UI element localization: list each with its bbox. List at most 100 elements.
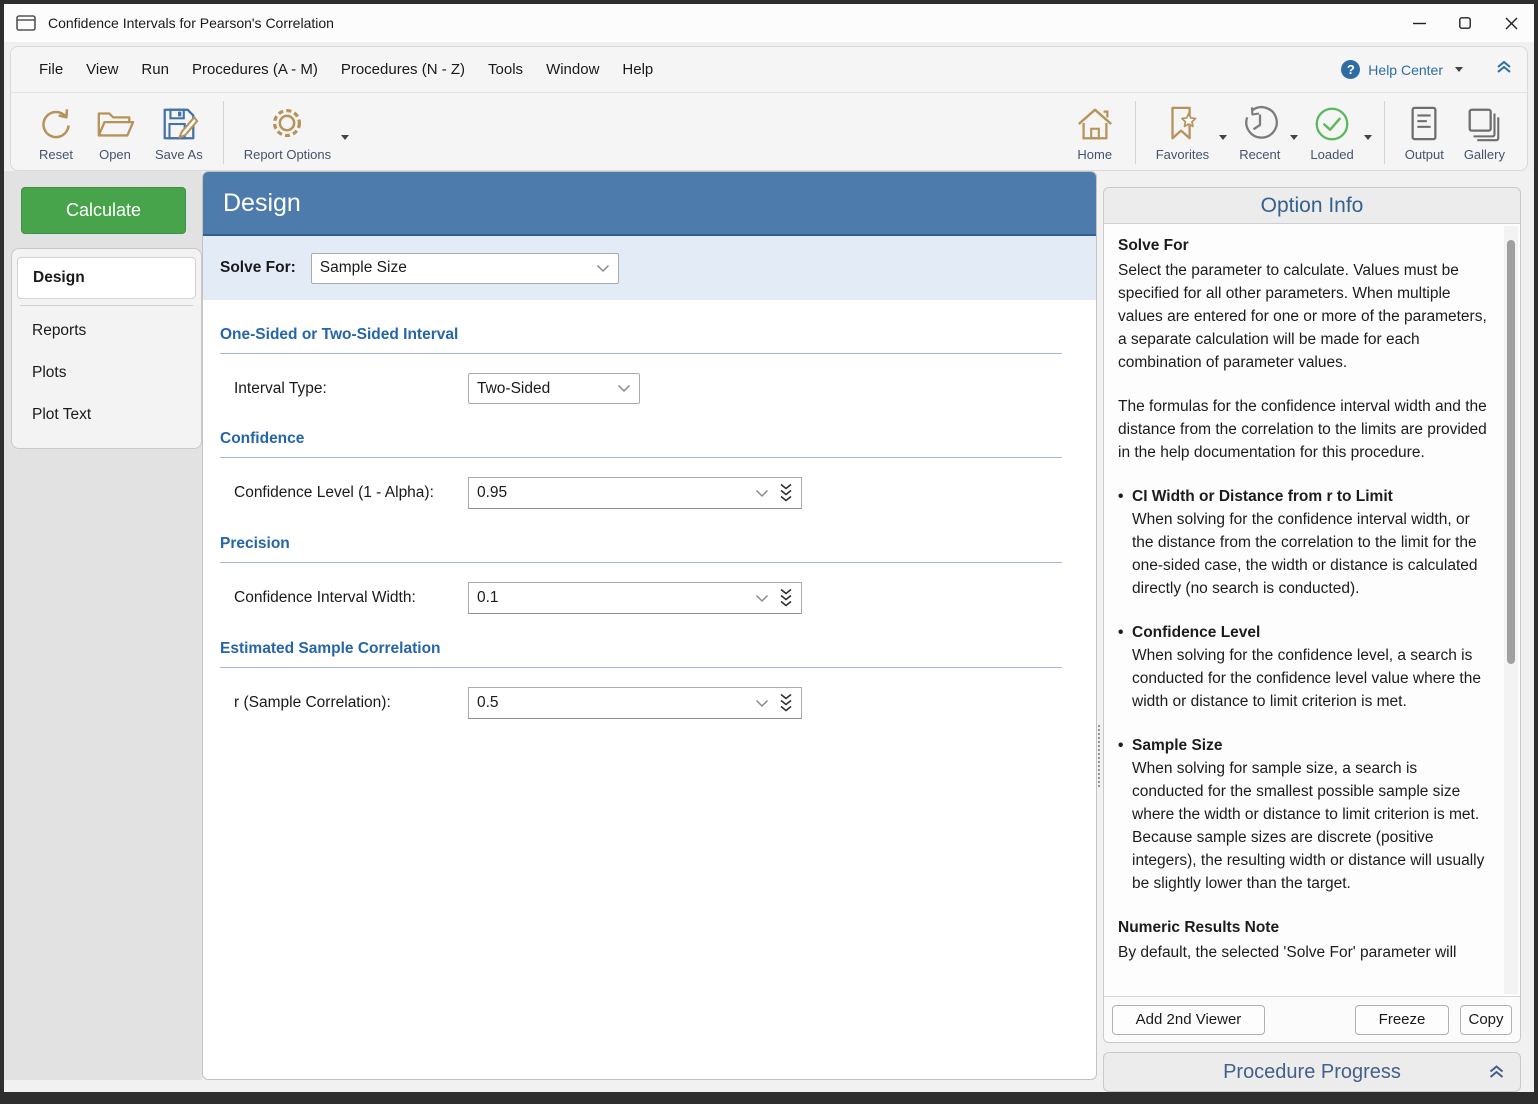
option-info-footer: Add 2nd Viewer Freeze Copy — [1104, 996, 1520, 1042]
multi-value-chevrons-icon[interactable] — [779, 693, 793, 713]
multi-value-chevrons-icon[interactable] — [779, 483, 793, 503]
menu-window[interactable]: Window — [546, 61, 599, 78]
menu-help[interactable]: Help — [622, 61, 653, 78]
close-icon[interactable] — [1488, 4, 1534, 42]
chevron-down-icon — [617, 384, 631, 393]
window-title: Confidence Intervals for Pearson's Corre… — [48, 15, 334, 31]
app-window: Confidence Intervals for Pearson's Corre… — [0, 0, 1538, 1104]
check-circle-icon — [1312, 103, 1352, 145]
option-info-bullet: • Sample Size When solving for sample si… — [1118, 734, 1492, 895]
recent-dropdown-icon[interactable] — [1290, 135, 1298, 140]
right-column: Option Info Solve For Select the paramet… — [1103, 171, 1521, 1080]
option-info-paragraph: The formulas for the confidence interval… — [1118, 395, 1492, 464]
maximize-icon[interactable] — [1442, 4, 1488, 42]
title-bar: Confidence Intervals for Pearson's Corre… — [4, 4, 1534, 42]
ci-width-input[interactable] — [469, 583, 755, 613]
ci-width-label: Confidence Interval Width: — [234, 589, 468, 607]
solve-for-value: Sample Size — [320, 259, 596, 277]
procedure-progress-bar[interactable]: Procedure Progress — [1103, 1052, 1521, 1092]
report-options-button[interactable]: Report Options — [234, 101, 341, 168]
option-info-scrollbar[interactable] — [1504, 226, 1518, 994]
chevron-down-icon — [596, 264, 610, 273]
option-info-bullet: • Confidence Level When solving for the … — [1118, 621, 1492, 713]
window-app-icon — [16, 15, 36, 31]
option-info-title: Option Info — [1104, 188, 1520, 224]
ribbon: File View Run Procedures (A - M) Procedu… — [10, 46, 1528, 171]
interval-type-value: Two-Sided — [477, 380, 617, 398]
save-as-button[interactable]: Save As — [145, 97, 213, 168]
bullet-text: When solving for the confidence interval… — [1132, 511, 1478, 597]
toolbar: Reset Open — [11, 93, 1527, 170]
loaded-dropdown-icon[interactable] — [1364, 135, 1372, 140]
confidence-level-combo — [468, 477, 802, 509]
toolbar-separator — [1135, 101, 1136, 164]
chevron-down-icon[interactable] — [755, 489, 769, 498]
sidebar-item-plots[interactable]: Plots — [12, 352, 201, 394]
design-form: One-Sided or Two-Sided Interval Interval… — [203, 300, 1096, 744]
menu-file[interactable]: File — [39, 61, 63, 78]
menu-procedures-a-m[interactable]: Procedures (A - M) — [192, 61, 318, 78]
open-button[interactable]: Open — [85, 97, 145, 168]
menu-bar: File View Run Procedures (A - M) Procedu… — [11, 47, 1527, 93]
chevron-down-icon[interactable] — [755, 699, 769, 708]
folder-open-icon — [95, 103, 135, 145]
help-center-label: Help Center — [1368, 62, 1443, 78]
loaded-button[interactable]: Loaded — [1300, 101, 1363, 168]
interval-type-label: Interval Type: — [234, 380, 468, 398]
toolbar-separator — [223, 101, 224, 164]
confidence-level-input[interactable] — [469, 478, 755, 508]
home-button[interactable]: Home — [1065, 97, 1125, 168]
output-button[interactable]: Output — [1395, 97, 1454, 168]
calculate-button[interactable]: Calculate — [21, 187, 186, 234]
section-heading-sample-correlation: Estimated Sample Correlation — [220, 640, 1062, 668]
section-heading-precision: Precision — [220, 535, 1062, 563]
bullet-heading: Sample Size — [1132, 737, 1222, 754]
sidebar-item-reports[interactable]: Reports — [12, 310, 201, 352]
menu-tools[interactable]: Tools — [488, 61, 523, 78]
favorites-button[interactable]: Favorites — [1146, 101, 1219, 168]
recent-button[interactable]: Recent — [1229, 101, 1290, 168]
sample-correlation-input[interactable] — [469, 688, 755, 718]
option-info-paragraph: By default, the selected 'Solve For' par… — [1118, 941, 1492, 964]
sidebar-item-plot-text[interactable]: Plot Text — [12, 394, 201, 436]
menu-run[interactable]: Run — [141, 61, 169, 78]
copy-button[interactable]: Copy — [1460, 1005, 1512, 1035]
minimize-icon[interactable] — [1396, 4, 1442, 42]
menu-procedures-n-z[interactable]: Procedures (N - Z) — [341, 61, 465, 78]
sample-correlation-combo — [468, 687, 802, 719]
collapse-up-icon[interactable] — [1487, 1063, 1506, 1085]
freeze-button[interactable]: Freeze — [1355, 1005, 1449, 1035]
ci-width-row: Confidence Interval Width: — [234, 582, 1062, 614]
bullet-text: When solving for sample size, a search i… — [1132, 760, 1484, 892]
content-area: Calculate Design Reports Plots Plot Text… — [4, 171, 1534, 1092]
toolbar-separator — [1384, 101, 1385, 164]
solve-for-select[interactable]: Sample Size — [311, 253, 619, 284]
procedure-progress-label: Procedure Progress — [1223, 1061, 1401, 1084]
bullet-heading: Confidence Level — [1132, 624, 1260, 641]
collapse-ribbon-icon[interactable] — [1495, 59, 1513, 80]
design-panel-title: Design — [203, 172, 1096, 236]
add-2nd-viewer-button[interactable]: Add 2nd Viewer — [1112, 1005, 1265, 1035]
help-center-button[interactable]: ? Help Center — [1341, 60, 1463, 79]
option-info-heading: Numeric Results Note — [1118, 916, 1492, 939]
reset-button[interactable]: Reset — [27, 97, 85, 168]
home-icon — [1075, 103, 1115, 145]
section-heading-interval: One-Sided or Two-Sided Interval — [220, 326, 1062, 354]
gallery-button[interactable]: Gallery — [1454, 97, 1515, 168]
multi-value-chevrons-icon[interactable] — [779, 588, 793, 608]
report-options-dropdown-icon[interactable] — [341, 135, 349, 140]
interval-type-row: Interval Type: Two-Sided — [234, 373, 1062, 404]
chevron-down-icon[interactable] — [755, 594, 769, 603]
interval-type-select[interactable]: Two-Sided — [468, 373, 640, 404]
sidebar-item-design[interactable]: Design — [17, 257, 196, 299]
splitter-grip-icon — [1098, 725, 1102, 787]
option-info-heading: Solve For — [1118, 234, 1492, 257]
scrollbar-thumb[interactable] — [1507, 240, 1515, 664]
reset-arrow-icon — [37, 103, 75, 145]
favorites-dropdown-icon[interactable] — [1219, 135, 1227, 140]
confidence-level-label: Confidence Level (1 - Alpha): — [234, 484, 468, 502]
confidence-level-row: Confidence Level (1 - Alpha): — [234, 477, 1062, 509]
bookmark-star-icon — [1163, 103, 1201, 145]
menu-view[interactable]: View — [86, 61, 118, 78]
tab-divider — [20, 305, 193, 306]
